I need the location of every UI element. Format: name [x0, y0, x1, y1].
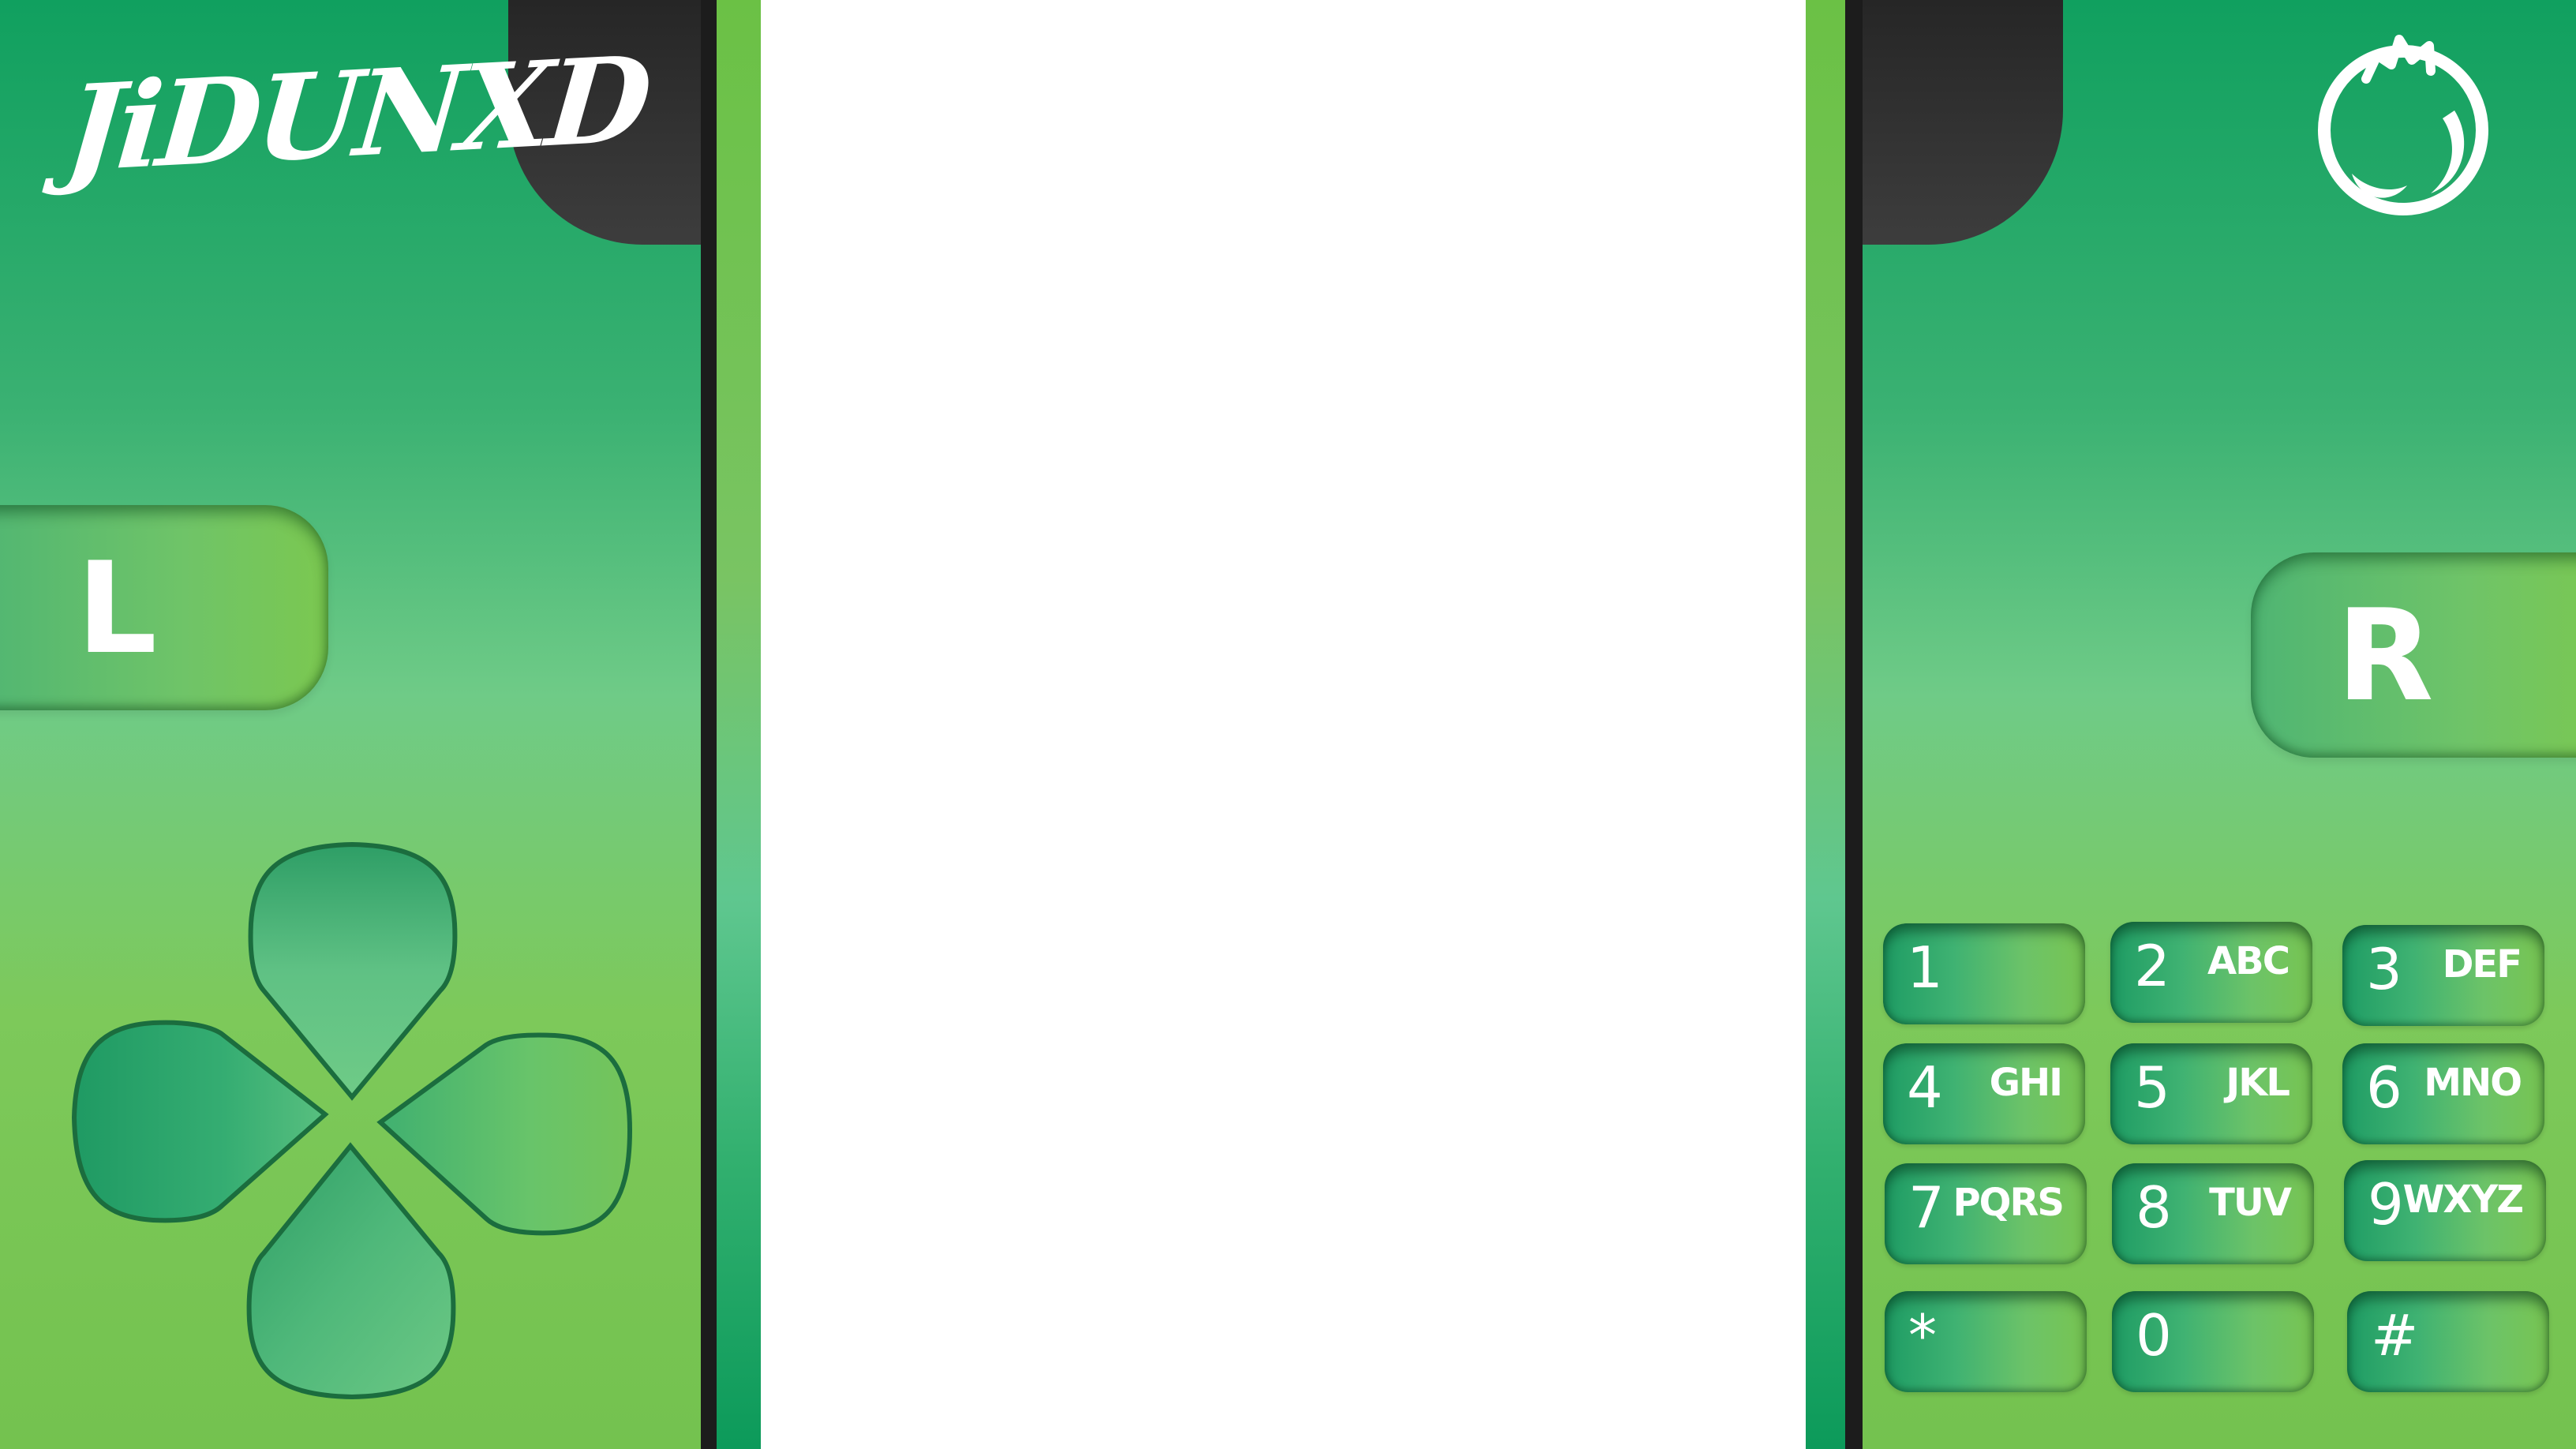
key-digit: 1: [1907, 934, 1943, 1001]
dpad-right[interactable]: [376, 1032, 633, 1236]
right-screen-bezel: [1845, 0, 1863, 1449]
key-letters: GHI: [1989, 1061, 2063, 1105]
r-shoulder-button[interactable]: R: [2251, 552, 2576, 758]
dpad-down[interactable]: [246, 1142, 456, 1400]
key-letters: MNO: [2424, 1061, 2522, 1105]
key-digit: 0: [2136, 1302, 2172, 1368]
keypad-key-8[interactable]: 8 TUV: [2112, 1163, 2314, 1264]
key-digit: *: [1908, 1302, 1937, 1368]
key-letters: ABC: [2207, 939, 2290, 983]
l-shoulder-button[interactable]: L: [0, 505, 328, 710]
keypad-key-4[interactable]: 4 GHI: [1883, 1043, 2085, 1144]
r-button-label: R: [2336, 581, 2434, 729]
left-screen-border: [717, 0, 761, 1449]
dpad-left[interactable]: [71, 1020, 329, 1223]
dragon-ring-icon: [2318, 35, 2488, 215]
keypad-key-6[interactable]: 6 MNO: [2342, 1043, 2544, 1144]
key-digit: 2: [2134, 933, 2170, 999]
keypad-key-3[interactable]: 3 DEF: [2342, 925, 2544, 1026]
keypad-key-2[interactable]: 2 ABC: [2110, 922, 2312, 1023]
keypad-key-hash[interactable]: #: [2347, 1291, 2549, 1392]
key-letters: WXYZ: [2402, 1178, 2524, 1222]
l-button-label: L: [77, 534, 157, 682]
keypad-key-5[interactable]: 5 JKL: [2110, 1043, 2312, 1144]
key-letters: DEF: [2442, 942, 2522, 987]
key-digit: 3: [2366, 936, 2402, 1002]
keypad-key-9[interactable]: 9 WXYZ: [2344, 1160, 2546, 1261]
dpad-up[interactable]: [248, 841, 458, 1101]
keypad-key-1[interactable]: 1: [1883, 923, 2085, 1024]
dpad-icon[interactable]: [68, 837, 636, 1405]
key-letters: TUV: [2209, 1181, 2292, 1225]
key-digit: 9: [2368, 1171, 2404, 1237]
key-digit: 4: [1907, 1054, 1943, 1121]
key-digit: 5: [2134, 1054, 2170, 1121]
key-letters: JKL: [2226, 1061, 2290, 1105]
keypad-key-0[interactable]: 0: [2112, 1291, 2314, 1392]
key-letters: PQRS: [1953, 1181, 2065, 1225]
key-digit: 7: [1908, 1174, 1945, 1241]
game-screen[interactable]: [761, 0, 1806, 1449]
left-screen-bezel: [701, 0, 718, 1449]
key-digit: 6: [2366, 1054, 2402, 1121]
right-screen-border: [1806, 0, 1847, 1449]
key-digit: 8: [2136, 1174, 2172, 1241]
key-digit: #: [2371, 1302, 2419, 1368]
keypad-key-star[interactable]: *: [1885, 1291, 2087, 1392]
keypad-key-7[interactable]: 7 PQRS: [1885, 1163, 2087, 1264]
brand-logo: JiDUNXD: [60, 30, 653, 199]
